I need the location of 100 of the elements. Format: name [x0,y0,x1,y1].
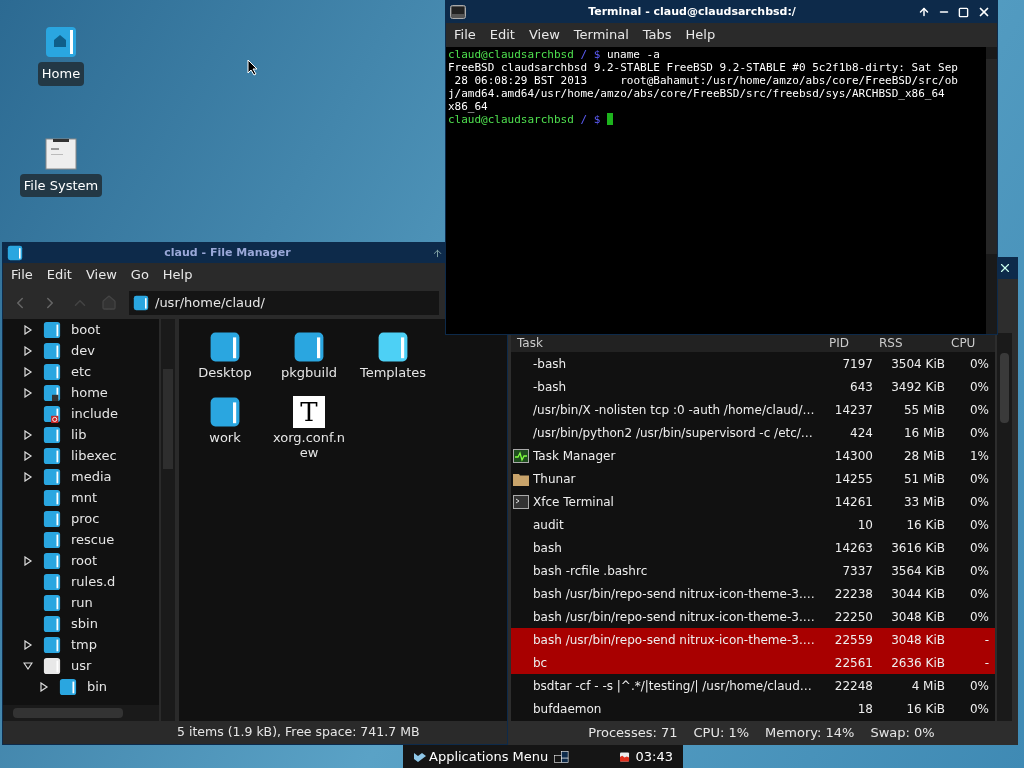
folder-name[interactable]: libexec [71,445,117,466]
folder-name[interactable]: usr [71,655,92,676]
task-name: audit [533,516,565,534]
prompt-symbol: $ [593,48,601,61]
cpu-cell-text: 0% [968,608,990,626]
horizontal-scrollbar[interactable] [3,705,159,721]
folder-name[interactable]: run [71,592,93,613]
location-field[interactable]: /usr/home/claud/ [129,291,439,315]
cpu-cell-text: 0% [968,677,990,695]
cpu-cell-text: 0% [968,355,990,373]
expander-arrow-icon[interactable] [23,639,33,650]
folder-name[interactable]: mnt [71,487,97,508]
command-text: uname -a [606,48,660,61]
expander-arrow-icon[interactable] [23,471,33,482]
close-icon[interactable] [977,5,991,19]
expander-arrow-icon[interactable] [23,660,33,671]
process-row[interactable]: -bash 643 3492 KiB 0% [511,375,995,398]
process-row[interactable]: /usr/bin/X -nolisten tcp :0 -auth /home/claud/… 14237 55 MiB 0% [511,398,995,421]
rss-cell-text: 3048 KiB [890,631,946,649]
file-name[interactable]: pkgbuild [269,365,349,380]
rss-cell-text: 4 MiB [910,677,946,695]
folder-name[interactable]: rescue [71,529,115,550]
home-folder-icon[interactable] [45,26,77,58]
pid-cell-text: 14261 [833,493,874,511]
process-row[interactable]: bsdtar -cf - -s |^.*/|testing/| /usr/home/claud… 22248 4 MiB 0% [511,674,995,697]
maximize-icon[interactable] [958,6,969,18]
status-text: Processes: 71 [588,724,678,743]
process-row[interactable]: -bash 7197 3504 KiB 0% [511,352,995,375]
menu-item[interactable]: Help [162,265,193,285]
file-name[interactable]: xorg.conf.new [269,430,349,460]
process-row[interactable]: audit 10 16 KiB 0% [511,513,995,536]
expander-arrow-icon[interactable] [23,387,33,398]
desktop-icon-label[interactable]: Home [37,62,85,86]
process-row[interactable]: /usr/bin/python2 /usr/bin/supervisord -c /etc/… 424 16 MiB 0% [511,421,995,444]
rss-cell-text: 3564 KiB [890,562,946,580]
menu-item[interactable]: Tabs [642,25,672,45]
cpu-cell-text: - [983,654,990,672]
column-header[interactable]: CPU [947,334,995,352]
menu-item[interactable]: Help [685,25,716,45]
cpu-cell-text: 0% [968,516,990,534]
folder-name[interactable]: home [71,382,108,403]
process-row[interactable]: bufdaemon 18 16 KiB 0% [511,697,995,720]
menu-item[interactable]: File [454,25,476,45]
expander-arrow-icon[interactable] [23,345,33,356]
menu-item[interactable]: View [85,265,117,285]
text-file-icon[interactable]: T [293,396,325,428]
column-header[interactable]: PID [825,334,875,352]
file-name[interactable]: Templates [353,365,433,380]
menu-item[interactable]: File [11,265,33,285]
folder-name[interactable]: tmp [71,634,97,655]
folder-name[interactable]: root [71,550,98,571]
menu-item[interactable]: Terminal [573,25,629,45]
folder-name[interactable]: etc [71,361,92,382]
process-row[interactable]: Xfce Terminal 14261 33 MiB 0% [511,490,995,513]
keep-above-icon[interactable] [918,6,930,18]
close-icon[interactable] [998,261,1012,275]
file-name[interactable]: work [185,430,265,445]
folder-name[interactable]: boot [71,319,101,340]
chart-monitor-icon [513,448,529,463]
desktop-icon-label[interactable]: File System [19,173,103,197]
folder-name[interactable]: media [71,466,112,487]
column-header[interactable]: RSS [875,334,947,352]
expander-arrow-icon[interactable] [39,681,49,692]
menu-item[interactable]: Edit [46,265,72,285]
menu-item[interactable]: Edit [489,25,515,45]
process-row[interactable]: Task Manager 14300 28 MiB 1% [511,444,995,467]
folder-name[interactable]: proc [71,508,100,529]
folder-name[interactable]: include [71,403,119,424]
menu-item[interactable]: View [528,25,560,45]
task-name: Xfce Terminal [533,493,615,511]
folder-name[interactable]: bin [87,676,108,697]
cpu-cell-text: 0% [968,378,990,396]
expander-arrow-icon[interactable] [23,450,33,461]
process-row[interactable]: bash /usr/bin/repo-send nitrux-icon-theme-3.… 22238 3044 KiB 0% [511,582,995,605]
process-row[interactable]: bash 14263 3616 KiB 0% [511,536,995,559]
output-line: j/amd64.amd64/usr/home/amzo/abs/core/FreeBSD/src/freebsd/sys/ARCHBSD_x86_64 [448,87,946,100]
process-row[interactable]: bash /usr/bin/repo-send nitrux-icon-theme-3.… 22250 3048 KiB 0% [511,605,995,628]
pid-cell-text: 643 [849,378,874,396]
folder-name[interactable]: lib [71,424,87,445]
pid-cell-text: 22561 [833,654,874,672]
expander-arrow-icon[interactable] [23,324,33,335]
expander-arrow-icon[interactable] [23,366,33,377]
process-row[interactable]: bc 22561 2636 KiB - [511,651,995,674]
folder-name[interactable]: sbin [71,613,98,634]
vertical-scrollbar[interactable] [986,47,997,334]
menu-item[interactable]: Go [130,265,149,285]
folder-name[interactable]: dev [71,340,95,361]
task-name: bash /usr/bin/repo-send nitrux-icon-theme-3.… [533,608,816,626]
expander-arrow-icon[interactable] [23,555,33,566]
process-row[interactable]: bash /usr/bin/repo-send nitrux-icon-theme-3.… 22559 3048 KiB - [511,628,995,651]
vertical-scrollbar[interactable] [997,333,1012,721]
folder-name[interactable]: rules.d [71,571,116,592]
clock: 03:43 [635,747,673,766]
applications-menu-button[interactable]: Applications Menu [413,746,549,767]
process-row[interactable]: bash -rcfile .bashrc 7337 3564 KiB 0% [511,559,995,582]
rss-cell-text: 2636 KiB [890,654,946,672]
column-header[interactable]: Task [511,334,825,352]
file-name[interactable]: Desktop [185,365,265,380]
process-row[interactable]: Thunar 14255 51 MiB 0% [511,467,995,490]
expander-arrow-icon[interactable] [23,429,33,440]
